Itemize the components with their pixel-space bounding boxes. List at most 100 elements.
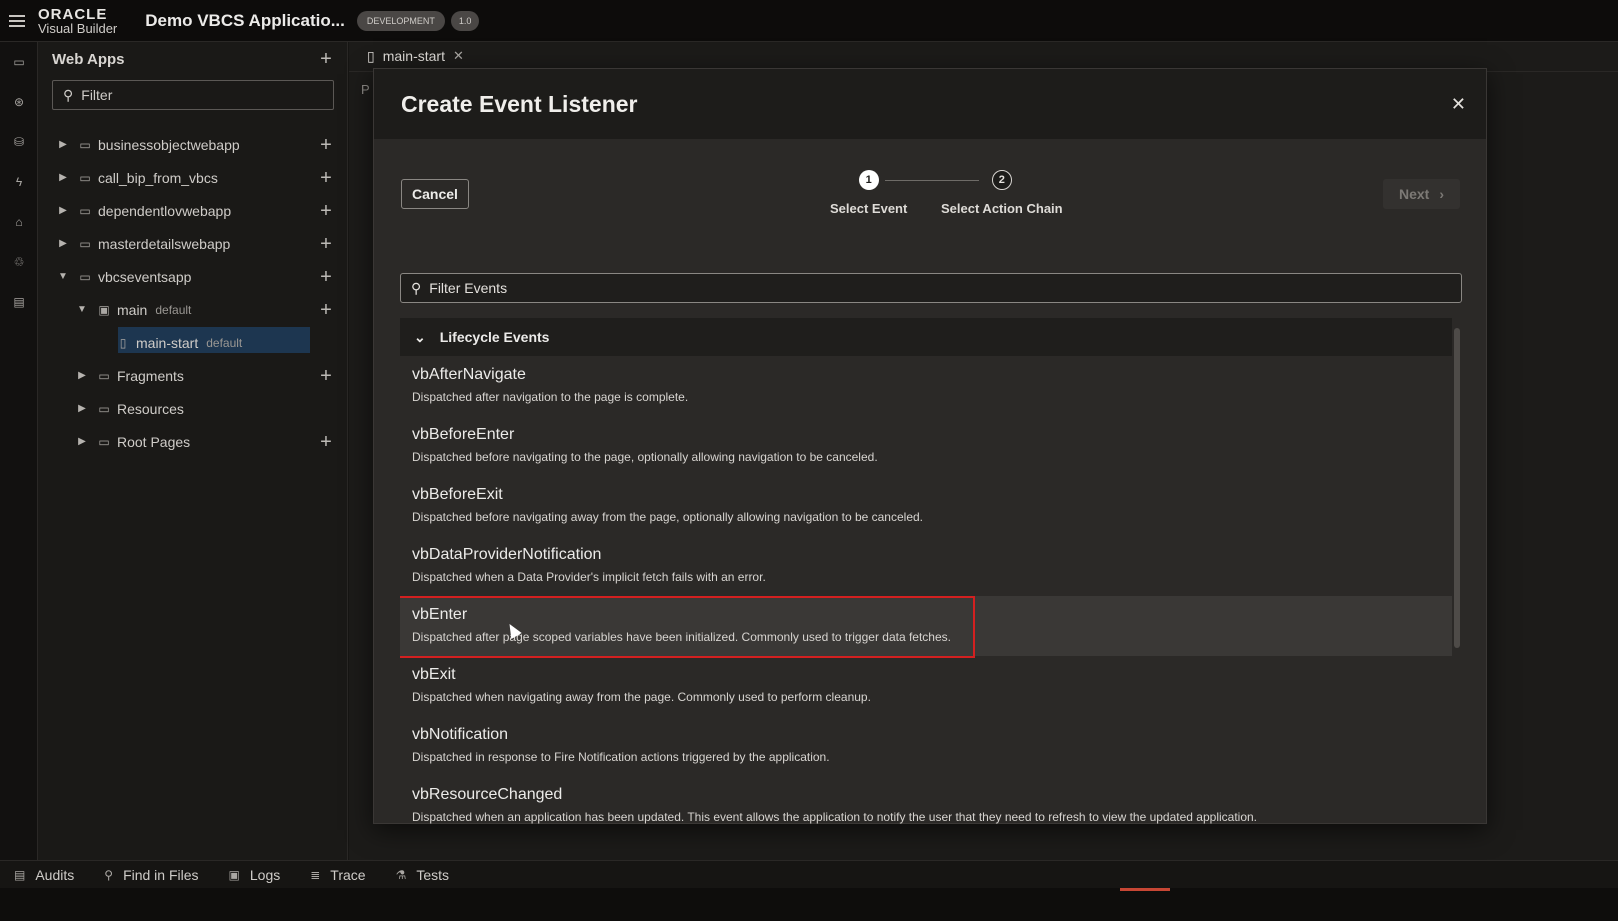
navigator-tree: ▶ ▭ businessobjectwebapp + ▶ ▭ call_bip_… — [38, 128, 347, 458]
tests-button[interactable]: ⚗ Tests — [396, 867, 449, 883]
tree-item-businessobjectwebapp[interactable]: ▶ ▭ businessobjectwebapp + — [38, 128, 347, 161]
tree-item-fragments[interactable]: ▶ ▭ Fragments + — [38, 359, 347, 392]
close-tab-icon[interactable]: ✕ — [453, 48, 464, 64]
trace-label: Trace — [330, 866, 366, 883]
expand-caret-icon[interactable]: ▶ — [77, 370, 87, 381]
highlight-box — [400, 596, 975, 658]
tree-item-vbcseventsapp[interactable]: ▼ ▭ vbcseventsapp + — [38, 260, 347, 293]
expand-caret-icon[interactable]: ▶ — [58, 139, 68, 150]
brand-oracle: ORACLE — [38, 5, 108, 23]
event-item-vbenter[interactable]: vbEnter Dispatched after page scoped var… — [400, 596, 1452, 658]
expand-caret-icon[interactable]: ▶ — [77, 436, 87, 447]
tree-item-call-bip-from-vbcs[interactable]: ▶ ▭ call_bip_from_vbcs + — [38, 161, 347, 194]
add-icon[interactable]: + — [317, 168, 335, 188]
event-item-vbnotification[interactable]: vbNotification Dispatched in response to… — [400, 716, 1452, 776]
add-icon[interactable]: + — [317, 366, 335, 386]
next-button-label: Next — [1398, 186, 1430, 202]
folder-icon: ▭ — [98, 368, 110, 383]
search-icon: ⚲ — [63, 86, 74, 103]
navigator-filter-input[interactable]: ⚲ Filter — [52, 80, 334, 110]
business-objects-icon[interactable]: ⛁ — [0, 122, 38, 162]
event-name: vbDataProviderNotification — [412, 546, 602, 563]
event-item-vbdataprovidernotification[interactable]: vbDataProviderNotification Dispatched wh… — [400, 536, 1452, 596]
tree-item-resources[interactable]: ▶ ▭ Resources — [38, 392, 347, 425]
add-icon[interactable]: + — [317, 432, 335, 452]
search-icon: ⚲ — [411, 279, 422, 296]
editor-subtab[interactable]: P — [361, 82, 370, 97]
collapse-caret-icon[interactable]: ▼ — [77, 304, 87, 315]
web-app-icon: ▭ — [79, 203, 91, 218]
layouts-icon[interactable]: ♲ — [0, 242, 38, 282]
navigator-title: Web Apps — [52, 50, 125, 68]
audits-label: Audits — [35, 866, 75, 883]
event-description: Dispatched when a Data Provider's implic… — [412, 570, 766, 584]
step-select-event: 1 Select Event — [830, 170, 907, 216]
close-icon[interactable]: ✕ — [1451, 94, 1466, 115]
add-icon[interactable]: + — [317, 300, 335, 320]
tree-item-main-start[interactable]: ▯ main-start default — [38, 326, 347, 359]
tree-item-root-pages[interactable]: ▶ ▭ Root Pages + — [38, 425, 347, 458]
logs-button[interactable]: ▣ Logs — [229, 867, 281, 883]
accent-bar — [1120, 888, 1170, 891]
tab-label: main-start — [382, 48, 445, 64]
app-title[interactable]: Demo VBCS Applicatio... — [145, 11, 345, 31]
event-item-vbexit[interactable]: vbExit Dispatched when navigating away f… — [400, 656, 1452, 716]
trace-button[interactable]: ≣ Trace — [310, 867, 365, 883]
next-button[interactable]: Next › — [1383, 179, 1460, 209]
step-label: Select Event — [830, 201, 908, 216]
web-app-icon: ▭ — [79, 236, 91, 251]
services-icon[interactable]: ⊛ — [0, 82, 38, 122]
event-list-scrollbar[interactable] — [1454, 328, 1460, 648]
tree-item-label: vbcseventsapp — [98, 268, 192, 285]
components-icon[interactable]: ⌂ — [0, 202, 38, 242]
page-icon: ▯ — [119, 335, 127, 350]
expand-caret-icon[interactable]: ▶ — [58, 205, 68, 216]
step-number: 1 — [858, 170, 879, 190]
add-icon[interactable]: + — [317, 201, 335, 221]
event-item-vbafternavigate[interactable]: vbAfterNavigate Dispatched after navigat… — [400, 356, 1452, 416]
expand-caret-icon[interactable]: ▶ — [58, 172, 68, 183]
filter-events-input[interactable]: ⚲ Filter Events — [400, 273, 1462, 303]
chevron-down-icon: ⌄ — [414, 328, 426, 345]
tree-item-main[interactable]: ▼ ▣ main default + — [38, 293, 347, 326]
find-in-files-button[interactable]: ⚲ Find in Files — [104, 867, 198, 883]
collapse-caret-icon[interactable]: ▼ — [58, 271, 68, 282]
add-icon[interactable]: + — [317, 135, 335, 155]
hamburger-menu-icon[interactable] — [0, 0, 34, 42]
oracle-logo: ORACLE Visual Builder — [38, 7, 117, 35]
event-description: Dispatched in response to Fire Notificat… — [412, 750, 830, 764]
add-icon[interactable]: + — [317, 234, 335, 254]
lifecycle-events-group-header[interactable]: ⌄ Lifecycle Events — [400, 318, 1452, 356]
tree-item-masterdetailswebapp[interactable]: ▶ ▭ masterdetailswebapp + — [38, 227, 347, 260]
page-icon: ▯ — [367, 47, 375, 64]
add-web-app-icon[interactable]: + — [317, 49, 335, 69]
source-icon[interactable]: ▤ — [0, 282, 38, 322]
event-name: vbExit — [412, 666, 456, 683]
event-item-vbbeforeexit[interactable]: vbBeforeExit Dispatched before navigatin… — [400, 476, 1452, 536]
filter-events-placeholder: Filter Events — [429, 280, 508, 296]
trace-icon: ≣ — [310, 867, 321, 882]
processes-icon[interactable]: ϟ — [0, 162, 38, 202]
tree-item-label: dependentlovwebapp — [98, 202, 232, 219]
audits-button[interactable]: ▤ Audits — [14, 867, 74, 883]
tab-main-start[interactable]: ▯ main-start ✕ — [363, 41, 468, 71]
event-name: vbBeforeEnter — [412, 426, 515, 443]
event-name: vbResourceChanged — [412, 786, 563, 803]
tree-item-label: businessobjectwebapp — [98, 136, 240, 153]
web-apps-icon[interactable]: ▭ — [0, 42, 38, 82]
tests-label: Tests — [416, 866, 450, 883]
event-item-vbbeforeenter[interactable]: vbBeforeEnter Dispatched before navigati… — [400, 416, 1452, 476]
navigator-panel: Web Apps + ⚲ Filter ▶ ▭ businessobjectwe… — [38, 42, 348, 888]
expand-caret-icon[interactable]: ▶ — [58, 238, 68, 249]
event-description: Dispatched before navigating to the page… — [412, 450, 878, 464]
cancel-button[interactable]: Cancel — [401, 179, 469, 209]
add-icon[interactable]: + — [317, 267, 335, 287]
expand-caret-icon[interactable]: ▶ — [77, 403, 87, 414]
tree-item-label: main — [117, 301, 148, 318]
tree-item-label: Fragments — [117, 367, 184, 384]
event-item-vbresourcechanged[interactable]: vbResourceChanged Dispatched when an app… — [400, 776, 1452, 824]
event-description: Dispatched after navigation to the page … — [412, 390, 689, 404]
brand-visual-builder: Visual Builder — [38, 20, 118, 36]
default-tag: default — [155, 302, 192, 317]
tree-item-dependentlovwebapp[interactable]: ▶ ▭ dependentlovwebapp + — [38, 194, 347, 227]
